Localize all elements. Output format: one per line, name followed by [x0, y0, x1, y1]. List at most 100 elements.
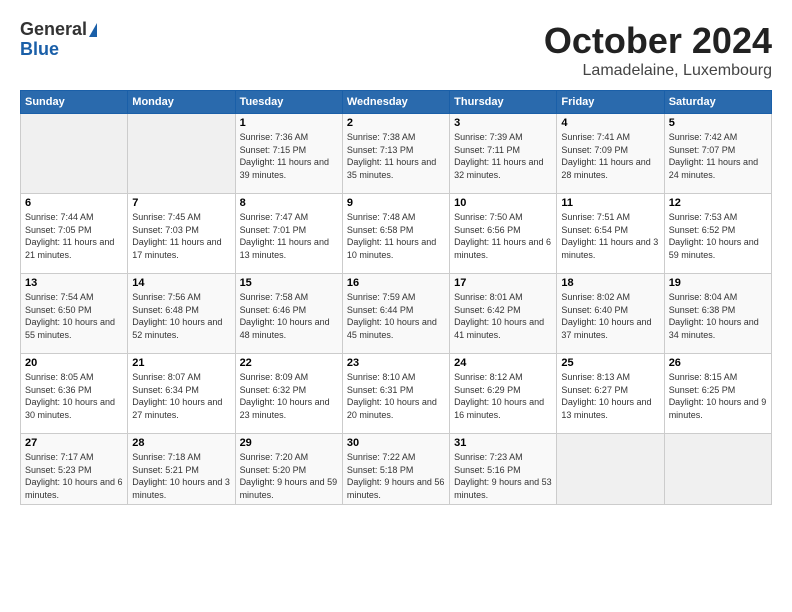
logo-general-text: General [20, 20, 87, 40]
day-info: Sunrise: 7:53 AM Sunset: 6:52 PM Dayligh… [669, 211, 767, 261]
calendar-cell: 9 Sunrise: 7:48 AM Sunset: 6:58 PM Daylig… [342, 194, 449, 274]
month-title: October 2024 [544, 20, 772, 62]
day-info: Sunrise: 7:54 AM Sunset: 6:50 PM Dayligh… [25, 291, 123, 341]
day-number: 13 [25, 277, 123, 289]
day-info: Sunrise: 7:45 AM Sunset: 7:03 PM Dayligh… [132, 211, 230, 261]
calendar-cell: 1 Sunrise: 7:36 AM Sunset: 7:15 PM Daylig… [235, 114, 342, 194]
day-number: 12 [669, 197, 767, 209]
day-number: 15 [240, 277, 338, 289]
day-info: Sunrise: 7:59 AM Sunset: 6:44 PM Dayligh… [347, 291, 445, 341]
calendar-cell: 18 Sunrise: 8:02 AM Sunset: 6:40 PM Dayli… [557, 274, 664, 354]
calendar-cell: 10 Sunrise: 7:50 AM Sunset: 6:56 PM Dayli… [450, 194, 557, 274]
logo-blue-text: Blue [20, 40, 97, 60]
day-number: 20 [25, 357, 123, 369]
day-of-week-header: Friday [557, 91, 664, 114]
day-number: 5 [669, 117, 767, 129]
day-number: 31 [454, 437, 552, 449]
calendar-cell: 27 Sunrise: 7:17 AM Sunset: 5:23 PM Dayli… [21, 434, 128, 505]
calendar-cell: 31 Sunrise: 7:23 AM Sunset: 5:16 PM Dayli… [450, 434, 557, 505]
day-number: 28 [132, 437, 230, 449]
calendar-cell: 22Sunrise: 8:09 AM Sunset: 6:32 PM Dayli… [235, 354, 342, 434]
calendar-cell: 5 Sunrise: 7:42 AM Sunset: 7:07 PM Daylig… [664, 114, 771, 194]
day-info: Sunrise: 7:44 AM Sunset: 7:05 PM Dayligh… [25, 211, 123, 261]
day-info: Sunrise: 7:36 AM Sunset: 7:15 PM Dayligh… [240, 131, 338, 181]
calendar-cell [664, 434, 771, 505]
day-number: 4 [561, 117, 659, 129]
calendar-cell: 8 Sunrise: 7:47 AM Sunset: 7:01 PM Daylig… [235, 194, 342, 274]
day-number: 10 [454, 197, 552, 209]
day-number: 3 [454, 117, 552, 129]
day-number: 11 [561, 197, 659, 209]
calendar-cell: 19 Sunrise: 8:04 AM Sunset: 6:38 PM Dayli… [664, 274, 771, 354]
day-info: Sunrise: 7:17 AM Sunset: 5:23 PM Dayligh… [25, 451, 123, 501]
day-number: 24 [454, 357, 552, 369]
day-info: Sunrise: 8:04 AM Sunset: 6:38 PM Dayligh… [669, 291, 767, 341]
calendar-cell: 12 Sunrise: 7:53 AM Sunset: 6:52 PM Dayli… [664, 194, 771, 274]
day-number: 9 [347, 197, 445, 209]
calendar-week-row: 20 Sunrise: 8:05 AM Sunset: 6:36 PM Dayli… [21, 354, 772, 434]
calendar-cell: 28Sunrise: 7:18 AM Sunset: 5:21 PM Dayli… [128, 434, 235, 505]
day-number: 6 [25, 197, 123, 209]
calendar-cell: 2 Sunrise: 7:38 AM Sunset: 7:13 PM Daylig… [342, 114, 449, 194]
calendar-cell: 24 Sunrise: 8:12 AM Sunset: 6:29 PM Dayli… [450, 354, 557, 434]
calendar-cell: 20 Sunrise: 8:05 AM Sunset: 6:36 PM Dayli… [21, 354, 128, 434]
calendar-table: SundayMondayTuesdayWednesdayThursdayFrid… [20, 90, 772, 505]
calendar-cell [21, 114, 128, 194]
day-number: 25 [561, 357, 659, 369]
day-number: 23 [347, 357, 445, 369]
title-block: October 2024 Lamadelaine, Luxembourg [544, 20, 772, 80]
day-info: Sunrise: 8:07 AM Sunset: 6:34 PM Dayligh… [132, 371, 230, 421]
day-info: Sunrise: 7:23 AM Sunset: 5:16 PM Dayligh… [454, 451, 552, 501]
calendar-cell: 17Sunrise: 8:01 AM Sunset: 6:42 PM Dayli… [450, 274, 557, 354]
calendar-cell: 13 Sunrise: 7:54 AM Sunset: 6:50 PM Dayli… [21, 274, 128, 354]
day-info: Sunrise: 8:10 AM Sunset: 6:31 PM Dayligh… [347, 371, 445, 421]
calendar-cell [557, 434, 664, 505]
calendar-cell: 16 Sunrise: 7:59 AM Sunset: 6:44 PM Dayli… [342, 274, 449, 354]
day-info: Sunrise: 8:02 AM Sunset: 6:40 PM Dayligh… [561, 291, 659, 341]
calendar-cell: 25Sunrise: 8:13 AM Sunset: 6:27 PM Dayli… [557, 354, 664, 434]
day-of-week-header: Sunday [21, 91, 128, 114]
day-number: 26 [669, 357, 767, 369]
day-info: Sunrise: 7:51 AM Sunset: 6:54 PM Dayligh… [561, 211, 659, 261]
calendar-week-row: 13 Sunrise: 7:54 AM Sunset: 6:50 PM Dayli… [21, 274, 772, 354]
day-info: Sunrise: 8:12 AM Sunset: 6:29 PM Dayligh… [454, 371, 552, 421]
calendar-header-row: SundayMondayTuesdayWednesdayThursdayFrid… [21, 91, 772, 114]
day-number: 1 [240, 117, 338, 129]
calendar-cell: 21 Sunrise: 8:07 AM Sunset: 6:34 PM Dayli… [128, 354, 235, 434]
day-info: Sunrise: 8:05 AM Sunset: 6:36 PM Dayligh… [25, 371, 123, 421]
day-number: 19 [669, 277, 767, 289]
day-number: 2 [347, 117, 445, 129]
calendar-cell: 14Sunrise: 7:56 AM Sunset: 6:48 PM Dayli… [128, 274, 235, 354]
calendar-cell: 23 Sunrise: 8:10 AM Sunset: 6:31 PM Dayli… [342, 354, 449, 434]
day-number: 16 [347, 277, 445, 289]
day-info: Sunrise: 7:42 AM Sunset: 7:07 PM Dayligh… [669, 131, 767, 181]
day-number: 8 [240, 197, 338, 209]
calendar-week-row: 1 Sunrise: 7:36 AM Sunset: 7:15 PM Daylig… [21, 114, 772, 194]
day-info: Sunrise: 7:48 AM Sunset: 6:58 PM Dayligh… [347, 211, 445, 261]
calendar-cell: 30 Sunrise: 7:22 AM Sunset: 5:18 PM Dayli… [342, 434, 449, 505]
day-info: Sunrise: 7:22 AM Sunset: 5:18 PM Dayligh… [347, 451, 445, 501]
day-number: 21 [132, 357, 230, 369]
day-of-week-header: Wednesday [342, 91, 449, 114]
page-header: General Blue October 2024 Lamadelaine, L… [20, 20, 772, 80]
day-number: 27 [25, 437, 123, 449]
day-number: 30 [347, 437, 445, 449]
calendar-cell: 4 Sunrise: 7:41 AM Sunset: 7:09 PM Daylig… [557, 114, 664, 194]
day-number: 18 [561, 277, 659, 289]
calendar-cell: 15 Sunrise: 7:58 AM Sunset: 6:46 PM Dayli… [235, 274, 342, 354]
day-info: Sunrise: 7:58 AM Sunset: 6:46 PM Dayligh… [240, 291, 338, 341]
day-info: Sunrise: 7:56 AM Sunset: 6:48 PM Dayligh… [132, 291, 230, 341]
location-title: Lamadelaine, Luxembourg [544, 62, 772, 80]
day-info: Sunrise: 7:38 AM Sunset: 7:13 PM Dayligh… [347, 131, 445, 181]
calendar-cell: 29Sunrise: 7:20 AM Sunset: 5:20 PM Dayli… [235, 434, 342, 505]
logo-triangle-icon [89, 23, 97, 37]
day-of-week-header: Tuesday [235, 91, 342, 114]
day-info: Sunrise: 7:50 AM Sunset: 6:56 PM Dayligh… [454, 211, 552, 261]
day-info: Sunrise: 8:01 AM Sunset: 6:42 PM Dayligh… [454, 291, 552, 341]
logo: General Blue [20, 20, 97, 60]
day-info: Sunrise: 7:47 AM Sunset: 7:01 PM Dayligh… [240, 211, 338, 261]
day-info: Sunrise: 7:20 AM Sunset: 5:20 PM Dayligh… [240, 451, 338, 501]
calendar-week-row: 27 Sunrise: 7:17 AM Sunset: 5:23 PM Dayli… [21, 434, 772, 505]
calendar-cell: 3Sunrise: 7:39 AM Sunset: 7:11 PM Daylig… [450, 114, 557, 194]
day-info: Sunrise: 7:41 AM Sunset: 7:09 PM Dayligh… [561, 131, 659, 181]
